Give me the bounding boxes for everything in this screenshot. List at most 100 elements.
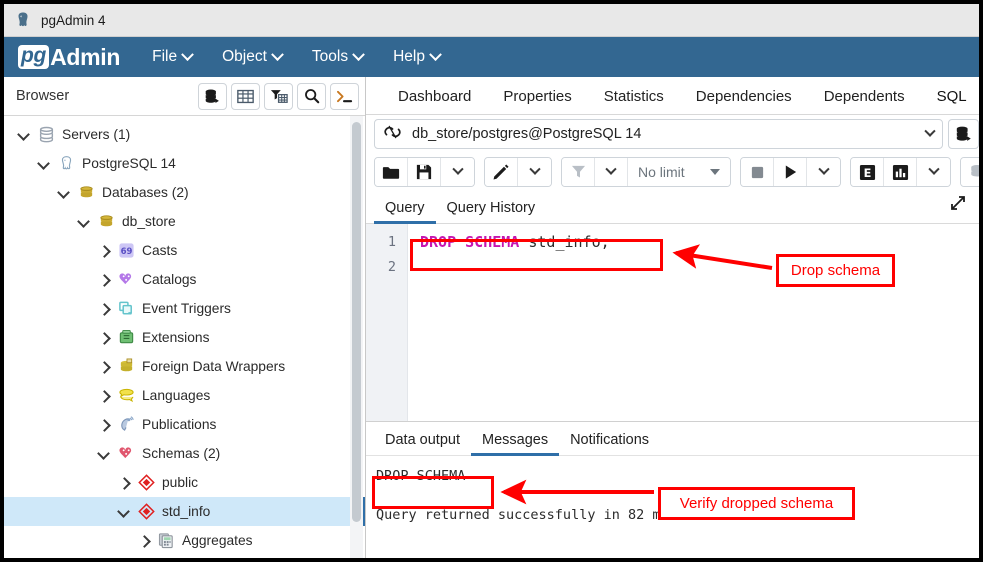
chevron-right-icon[interactable]	[98, 244, 111, 257]
add-connection-button[interactable]	[948, 119, 979, 149]
execute-dropdown-button[interactable]	[807, 158, 840, 186]
output-tabs: Data output Messages Notifications	[366, 422, 979, 456]
chevron-down-icon[interactable]	[98, 447, 111, 460]
filter-limit-group: No limit	[561, 157, 731, 187]
screenshot-root: pgAdmin 4 pg Admin File Object Tools Hel…	[0, 0, 983, 562]
tab-query-history[interactable]: Query History	[436, 200, 547, 223]
menu-file[interactable]: File	[152, 48, 192, 66]
menu-object-label: Object	[222, 48, 267, 66]
catalogs-icon	[117, 271, 135, 289]
object-tabs: Dashboard Properties Statistics Dependen…	[366, 77, 979, 115]
browser-tree[interactable]: Servers (1) PostgreSQL 14 Databases (2)db_…	[4, 116, 365, 558]
tab-statistics[interactable]: Statistics	[588, 88, 680, 114]
chevron-down-icon	[529, 164, 540, 175]
explain-chart-icon[interactable]	[884, 158, 917, 186]
explain-dropdown-button[interactable]	[917, 158, 950, 186]
schema-icon	[137, 474, 155, 492]
tab-dependents[interactable]: Dependents	[808, 88, 921, 114]
svg-text:69: 69	[120, 247, 132, 257]
tab-dashboard[interactable]: Dashboard	[382, 88, 487, 114]
chevron-down-icon[interactable]	[38, 157, 51, 170]
sql-keyword: DROP SCHEMA	[420, 233, 519, 251]
tree-item-casts[interactable]: 69 Casts	[4, 236, 365, 265]
tree-item-label: Casts	[142, 244, 177, 258]
tree-item-label: Extensions	[142, 331, 210, 345]
expand-diagonal-icon[interactable]	[949, 194, 967, 217]
tab-properties[interactable]: Properties	[487, 88, 587, 114]
row-limit-label: No limit	[638, 164, 685, 180]
tree-item-languages[interactable]: Languages	[4, 381, 365, 410]
tab-query[interactable]: Query	[374, 200, 436, 223]
add-server-icon[interactable]	[198, 83, 227, 110]
tab-data-output[interactable]: Data output	[374, 432, 471, 455]
line-number-gutter: 1 2	[366, 224, 408, 421]
chevron-right-icon[interactable]	[118, 476, 131, 489]
tree-item-schemas-2[interactable]: Schemas (2)	[4, 439, 365, 468]
tree-item-label: PostgreSQL 14	[82, 157, 176, 171]
tree-item-foreign-data-wrappers[interactable]: Foreign Data Wrappers	[4, 352, 365, 381]
tab-sql[interactable]: SQL	[921, 88, 979, 114]
play-triangle-icon[interactable]	[774, 158, 807, 186]
tree-scrollbar-thumb[interactable]	[352, 122, 361, 522]
tree-item-publications[interactable]: Publications	[4, 410, 365, 439]
chevron-right-icon[interactable]	[98, 360, 111, 373]
chevron-down-icon[interactable]	[58, 186, 71, 199]
search-icon[interactable]	[297, 83, 326, 110]
open-folder-icon[interactable]	[375, 158, 408, 186]
tree-item-databases-2[interactable]: Databases (2)	[4, 178, 365, 207]
tree-item-servers-1[interactable]: Servers (1)	[4, 120, 365, 149]
menu-tools-label: Tools	[312, 48, 348, 66]
chevron-down-icon	[181, 48, 194, 61]
menu-tools[interactable]: Tools	[312, 48, 363, 66]
file-group	[374, 157, 475, 187]
languages-icon	[117, 387, 135, 405]
query-tabs: Query Query History	[366, 191, 979, 224]
filter-funnel-icon[interactable]	[562, 158, 595, 186]
database-stack-icon[interactable]	[961, 158, 979, 186]
svg-text:E: E	[863, 165, 871, 179]
tab-messages[interactable]: Messages	[471, 432, 559, 455]
chevron-right-icon[interactable]	[98, 389, 111, 402]
tree-item-public[interactable]: public	[4, 468, 365, 497]
save-disk-icon[interactable]	[408, 158, 441, 186]
chevron-down-icon[interactable]	[78, 215, 91, 228]
tree-item-postgresql-14[interactable]: PostgreSQL 14	[4, 149, 365, 178]
save-dropdown-button[interactable]	[441, 158, 474, 186]
pencil-icon[interactable]	[485, 158, 518, 186]
chevron-right-icon[interactable]	[138, 534, 151, 547]
table-grid-icon[interactable]	[231, 83, 260, 110]
row-limit-select[interactable]: No limit	[628, 158, 730, 186]
fdw-icon	[117, 358, 135, 376]
chevron-down-icon	[271, 48, 284, 61]
filter-dropdown-button[interactable]	[595, 158, 628, 186]
chevron-down-icon	[452, 164, 463, 175]
tab-dependencies[interactable]: Dependencies	[680, 88, 808, 114]
chevron-right-icon[interactable]	[98, 331, 111, 344]
edit-dropdown-button[interactable]	[518, 158, 551, 186]
explain-E-icon[interactable]: E	[851, 158, 884, 186]
database-icon	[97, 213, 115, 231]
tree-item-db-store[interactable]: db_store	[4, 207, 365, 236]
window-title: pgAdmin 4	[41, 13, 106, 28]
tree-item-label: Languages	[142, 389, 210, 403]
tree-item-event-triggers[interactable]: Event Triggers	[4, 294, 365, 323]
chevron-right-icon[interactable]	[98, 273, 111, 286]
tree-item-aggregates[interactable]: Aggregates	[4, 526, 365, 555]
tree-item-catalogs[interactable]: Catalogs	[4, 265, 365, 294]
tree-item-extensions[interactable]: Extensions	[4, 323, 365, 352]
tab-notifications[interactable]: Notifications	[559, 432, 660, 455]
chevron-right-icon[interactable]	[98, 302, 111, 315]
tree-item-std-info[interactable]: std_info	[4, 497, 365, 526]
filter-table-icon[interactable]	[264, 83, 293, 110]
connection-selector[interactable]: db_store/postgres@PostgreSQL 14	[374, 119, 943, 149]
stop-square-icon[interactable]	[741, 158, 774, 186]
menu-object[interactable]: Object	[222, 48, 282, 66]
chevron-down-icon[interactable]	[118, 505, 131, 518]
sql-identifier: std_info;	[519, 233, 609, 251]
explain-group: E	[850, 157, 951, 187]
menu-help[interactable]: Help	[393, 48, 440, 66]
terminal-icon[interactable]	[330, 83, 359, 110]
chevron-right-icon[interactable]	[98, 418, 111, 431]
chevron-down-icon[interactable]	[18, 128, 31, 141]
chevron-down-icon[interactable]	[924, 126, 935, 137]
